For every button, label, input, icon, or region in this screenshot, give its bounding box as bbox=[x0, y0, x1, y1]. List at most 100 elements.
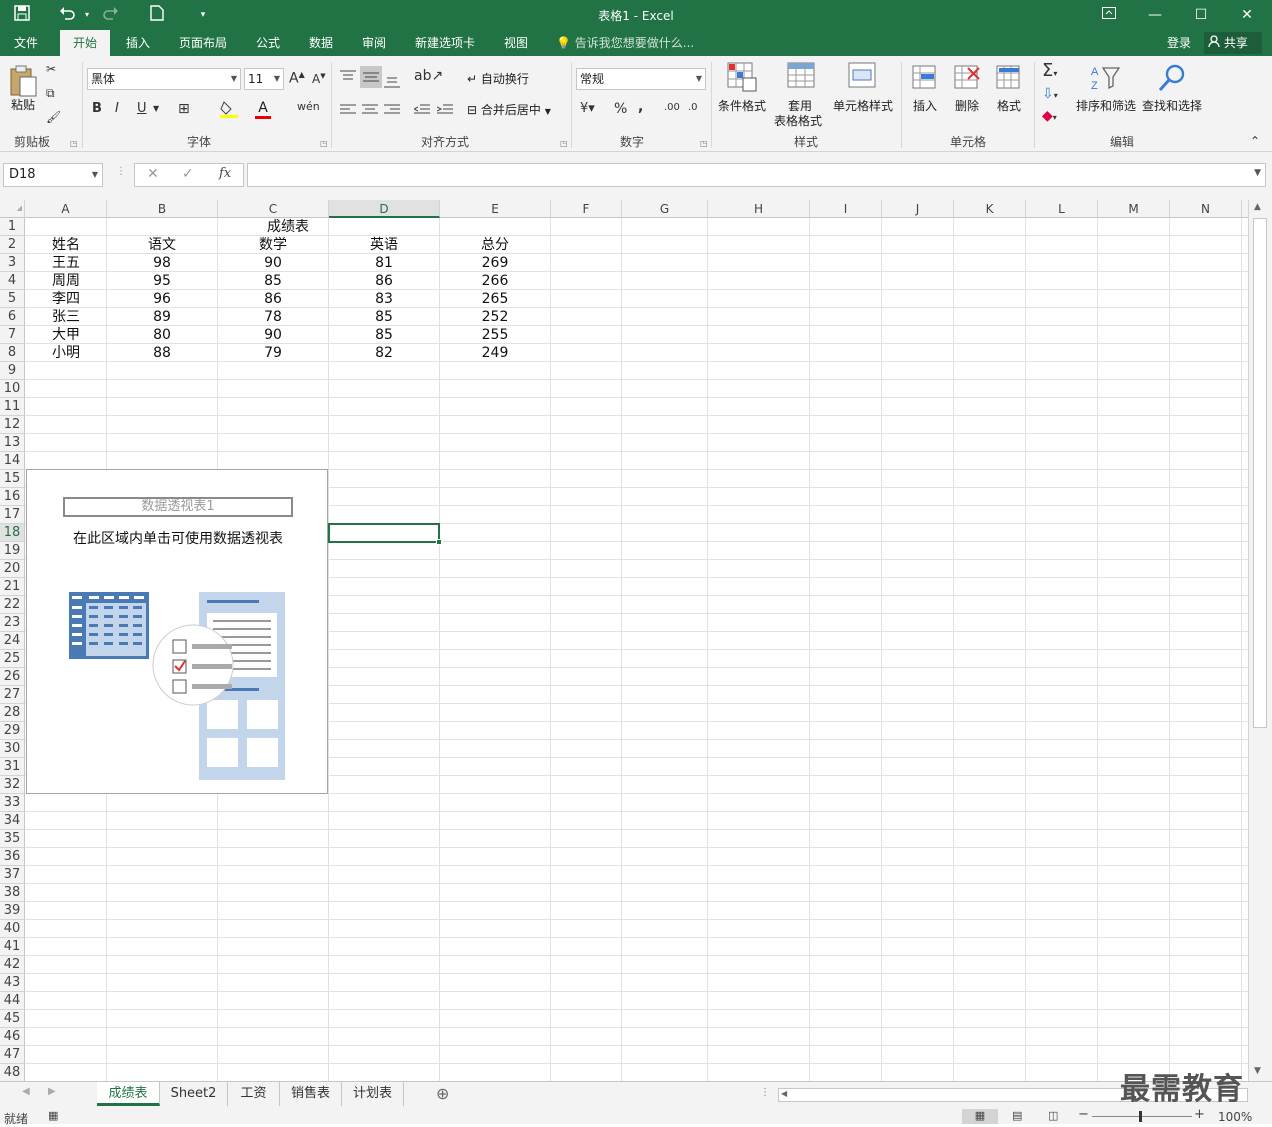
row-header-6[interactable]: 6 bbox=[0, 308, 25, 326]
macro-record-icon[interactable]: ▦ bbox=[48, 1109, 58, 1122]
tab-review[interactable]: 审阅 bbox=[352, 30, 396, 56]
sheet-tab-scores[interactable]: 成绩表 bbox=[97, 1082, 160, 1106]
alignment-launcher-icon[interactable]: ◳ bbox=[560, 139, 568, 148]
wrap-text-button[interactable]: ↵ 自动换行 bbox=[467, 70, 529, 87]
data-cell[interactable]: 89 bbox=[122, 308, 202, 326]
formula-input[interactable]: ▼ bbox=[247, 163, 1266, 187]
data-cell[interactable]: 80 bbox=[122, 326, 202, 344]
font-name-combo[interactable]: 黑体 ▼ bbox=[87, 68, 241, 90]
font-color-icon[interactable]: A bbox=[255, 100, 271, 119]
align-center-icon[interactable] bbox=[362, 104, 378, 119]
data-cell[interactable]: 86 bbox=[233, 290, 313, 308]
row-header-35[interactable]: 35 bbox=[0, 830, 25, 848]
tab-page-layout[interactable]: 页面布局 bbox=[172, 30, 234, 56]
zoom-in-icon[interactable]: + bbox=[1194, 1107, 1205, 1122]
copy-icon[interactable]: ⧉ bbox=[46, 86, 55, 101]
header-cell[interactable]: 总分 bbox=[455, 236, 535, 254]
maximize-icon[interactable]: ☐ bbox=[1178, 0, 1224, 30]
sort-filter-label[interactable]: 排序和筛选 bbox=[1075, 97, 1137, 114]
data-cell[interactable]: 83 bbox=[344, 290, 424, 308]
cancel-icon[interactable]: ✕ bbox=[147, 166, 159, 182]
scroll-up-icon[interactable]: ▲ bbox=[1254, 202, 1261, 212]
data-cell[interactable]: 王五 bbox=[26, 254, 106, 272]
row-header-28[interactable]: 28 bbox=[0, 704, 25, 722]
data-cell[interactable]: 张三 bbox=[26, 308, 106, 326]
enter-check-icon[interactable]: ✓ bbox=[182, 166, 194, 182]
row-header-11[interactable]: 11 bbox=[0, 398, 25, 416]
phonetic-icon[interactable]: wén bbox=[297, 100, 320, 113]
increase-decimal-icon[interactable]: .00 bbox=[664, 102, 680, 113]
conditional-format-label[interactable]: 条件格式 bbox=[716, 97, 768, 114]
column-header-d[interactable]: D bbox=[329, 200, 440, 218]
data-cell[interactable]: 李四 bbox=[26, 290, 106, 308]
decrease-decimal-icon[interactable]: .0 bbox=[688, 102, 698, 113]
row-header-38[interactable]: 38 bbox=[0, 884, 25, 902]
column-header-f[interactable]: F bbox=[551, 200, 622, 218]
clipboard-launcher-icon[interactable]: ◳ bbox=[70, 139, 78, 148]
tell-me-box[interactable]: 💡 告诉我您想要做什么... bbox=[556, 30, 694, 56]
row-header-34[interactable]: 34 bbox=[0, 812, 25, 830]
data-cell[interactable]: 269 bbox=[455, 254, 535, 272]
tab-home[interactable]: 开始 bbox=[60, 30, 110, 56]
row-header-26[interactable]: 26 bbox=[0, 668, 25, 686]
vertical-scroll-thumb[interactable] bbox=[1253, 218, 1267, 728]
data-cell[interactable]: 249 bbox=[455, 344, 535, 362]
data-cell[interactable]: 82 bbox=[344, 344, 424, 362]
row-header-23[interactable]: 23 bbox=[0, 614, 25, 632]
name-box[interactable]: D18 ▼ bbox=[3, 163, 103, 187]
orientation-icon[interactable]: ab↗ bbox=[414, 68, 443, 84]
scroll-tabs-right-icon[interactable]: ▶ bbox=[48, 1086, 56, 1097]
row-header-22[interactable]: 22 bbox=[0, 596, 25, 614]
format-as-table-label2[interactable]: 表格格式 bbox=[767, 112, 829, 129]
row-header-24[interactable]: 24 bbox=[0, 632, 25, 650]
row-header-21[interactable]: 21 bbox=[0, 578, 25, 596]
sheet-title-cell[interactable]: 成绩表 bbox=[218, 218, 358, 236]
row-header-29[interactable]: 29 bbox=[0, 722, 25, 740]
zoom-slider-thumb[interactable] bbox=[1139, 1111, 1142, 1122]
fill-icon[interactable]: ⇩▾ bbox=[1042, 86, 1058, 102]
row-header-40[interactable]: 40 bbox=[0, 920, 25, 938]
row-header-10[interactable]: 10 bbox=[0, 380, 25, 398]
scroll-left-icon[interactable]: ◀ bbox=[781, 1089, 787, 1098]
sheet-tab-salary[interactable]: 工资 bbox=[228, 1082, 280, 1106]
data-cell[interactable]: 79 bbox=[233, 344, 313, 362]
undo-icon[interactable] bbox=[57, 5, 77, 25]
number-launcher-icon[interactable]: ◳ bbox=[700, 139, 708, 148]
row-header-15[interactable]: 15 bbox=[0, 470, 25, 488]
percent-button[interactable]: % bbox=[614, 101, 627, 117]
row-header-46[interactable]: 46 bbox=[0, 1028, 25, 1046]
header-cell[interactable]: 英语 bbox=[344, 236, 424, 254]
row-header-25[interactable]: 25 bbox=[0, 650, 25, 668]
format-painter-icon[interactable]: 🖌 bbox=[46, 110, 61, 124]
row-header-31[interactable]: 31 bbox=[0, 758, 25, 776]
customize-qat-icon[interactable]: ▾ bbox=[193, 5, 213, 25]
expand-formula-icon[interactable]: ▼ bbox=[1254, 168, 1261, 178]
row-header-30[interactable]: 30 bbox=[0, 740, 25, 758]
scroll-tabs-left-icon[interactable]: ◀ bbox=[22, 1086, 30, 1097]
worksheet-grid[interactable]: ◢ ABCDEFGHIJKLMN 1 2 3 4 5 6 7 8 9 10 11 12 13 14 15 16… bbox=[0, 200, 1248, 1081]
column-header-n[interactable]: N bbox=[1170, 200, 1242, 218]
data-cell[interactable]: 85 bbox=[344, 326, 424, 344]
row-header-32[interactable]: 32 bbox=[0, 776, 25, 794]
font-launcher-icon[interactable]: ◳ bbox=[320, 139, 328, 148]
zoom-out-icon[interactable]: − bbox=[1078, 1107, 1089, 1122]
comma-button[interactable]: , bbox=[638, 99, 643, 115]
data-cell[interactable]: 98 bbox=[122, 254, 202, 272]
data-cell[interactable]: 81 bbox=[344, 254, 424, 272]
undo-dropdown-icon[interactable]: ▾ bbox=[77, 5, 97, 25]
format-cells-label[interactable]: 格式 bbox=[990, 97, 1028, 114]
row-header-5[interactable]: 5 bbox=[0, 290, 25, 308]
column-header-e[interactable]: E bbox=[440, 200, 551, 218]
share-button[interactable]: 共享 bbox=[1204, 32, 1262, 54]
row-header-4[interactable]: 4 bbox=[0, 272, 25, 290]
column-header-c[interactable]: C bbox=[218, 200, 329, 218]
row-header-42[interactable]: 42 bbox=[0, 956, 25, 974]
row-header-16[interactable]: 16 bbox=[0, 488, 25, 506]
row-header-37[interactable]: 37 bbox=[0, 866, 25, 884]
scroll-down-icon[interactable]: ▼ bbox=[1254, 1066, 1261, 1076]
insert-cells-icon[interactable] bbox=[911, 64, 939, 95]
bold-button[interactable]: B bbox=[92, 101, 102, 116]
clear-icon[interactable]: ◆▾ bbox=[1042, 108, 1057, 124]
close-icon[interactable]: ✕ bbox=[1224, 0, 1270, 30]
tab-insert[interactable]: 插入 bbox=[116, 30, 160, 56]
